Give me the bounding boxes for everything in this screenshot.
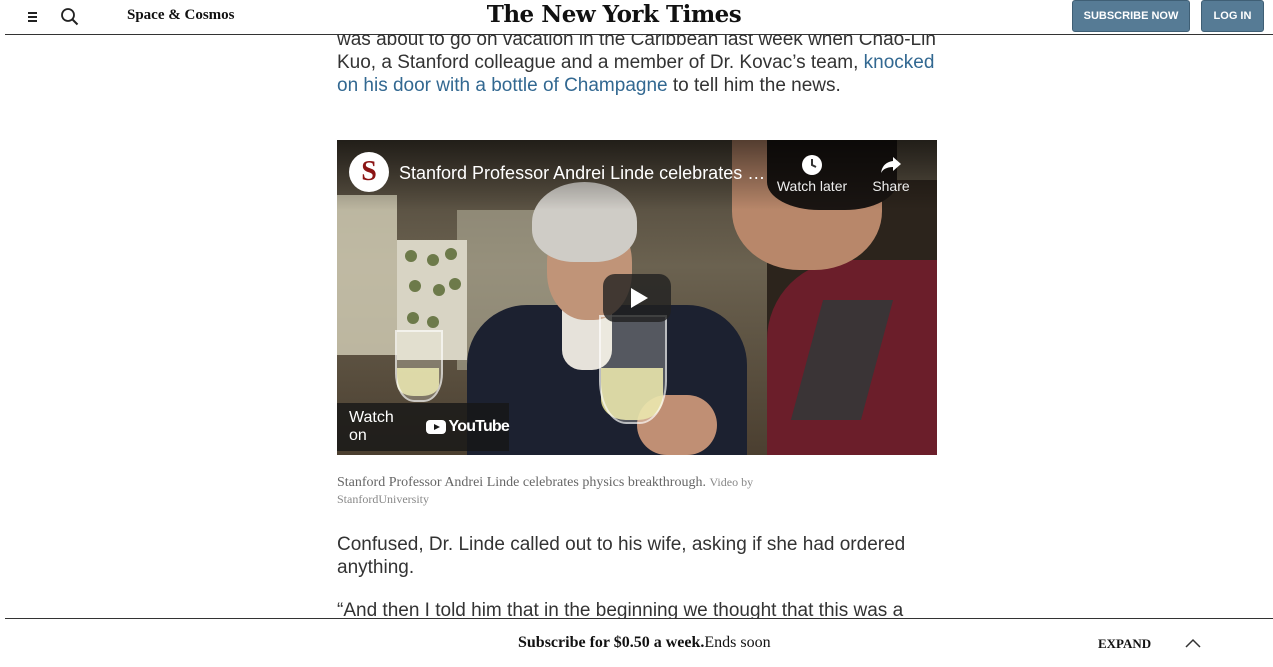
share-button[interactable]: Share	[867, 154, 915, 194]
paragraph-text: to tell him the news.	[667, 75, 841, 96]
watch-later-button[interactable]: Watch later	[775, 154, 849, 194]
paragraph-text: was about to go on vacation in the Carib…	[337, 29, 936, 73]
watch-on-label: Watch on	[349, 409, 394, 444]
promo-text[interactable]: Subscribe for $0.50 a week.Ends soon	[518, 634, 771, 652]
share-arrow-icon	[867, 154, 915, 178]
article-paragraph: was about to go on vacation in the Carib…	[337, 28, 937, 97]
chevron-up-icon[interactable]	[1184, 636, 1202, 648]
subscribe-now-button[interactable]: SUBSCRIBE NOW	[1072, 0, 1190, 32]
video-caption: Stanford Professor Andrei Linde celebrat…	[337, 474, 797, 508]
promo-divider	[5, 618, 1273, 619]
header-divider	[5, 34, 1273, 35]
youtube-wordmark: YouTube	[448, 418, 510, 435]
nyt-masthead-logo[interactable]: The New York Times	[0, 0, 1228, 30]
stanford-channel-logo[interactable]: S	[349, 152, 389, 192]
clock-icon	[775, 154, 849, 178]
subscription-promo-bar: Subscribe for $0.50 a week.Ends soon EXP…	[0, 618, 1273, 667]
watch-later-label: Watch later	[776, 178, 848, 194]
video-title[interactable]: Stanford Professor Andrei Linde celebrat…	[399, 162, 769, 184]
play-icon	[630, 288, 648, 308]
promo-price: Subscribe for $0.50 a week.	[518, 634, 705, 651]
share-label: Share	[872, 178, 910, 194]
embedded-youtube-video[interactable]: S Stanford Professor Andrei Linde celebr…	[337, 140, 937, 455]
watch-on-youtube-button[interactable]: Watch on YouTube	[337, 403, 510, 451]
log-in-button[interactable]: LOG IN	[1201, 0, 1264, 32]
channel-logo-letter: S	[361, 156, 377, 187]
article-paragraph: Confused, Dr. Linde called out to his wi…	[337, 534, 906, 578]
expand-button[interactable]: EXPAND	[1098, 636, 1151, 652]
promo-deadline: Ends soon	[704, 634, 771, 651]
site-header: Space & Cosmos The New York Times SUBSCR…	[0, 0, 1273, 35]
caption-text: Stanford Professor Andrei Linde celebrat…	[337, 475, 706, 490]
youtube-logo-icon: YouTube	[425, 418, 510, 436]
play-button[interactable]	[603, 274, 671, 322]
